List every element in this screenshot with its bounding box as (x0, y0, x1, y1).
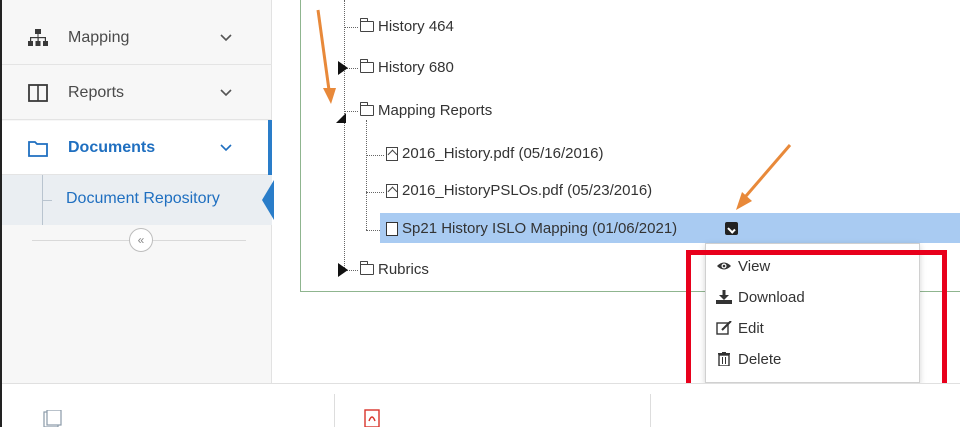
pdf-file-icon (386, 183, 398, 198)
collapse-sidebar-button[interactable]: « (129, 228, 153, 252)
sidebar-item-label: Reports (68, 83, 125, 101)
tree-connector (344, 111, 358, 112)
tree-node-label: 2016_HistoryPSLOs.pdf (05/23/2016) (402, 182, 653, 199)
active-indicator (268, 120, 272, 175)
sidebar-item-label: Mapping (68, 28, 130, 46)
collapse-toggle-icon[interactable] (336, 113, 346, 123)
folder-icon (360, 102, 374, 116)
tree-node-label: 2016_History.pdf (05/16/2016) (402, 145, 604, 162)
tree-node-folder[interactable]: Rubrics (360, 261, 429, 278)
sidebar: Mapping Reports Documents Document Repos… (2, 0, 274, 383)
sidebar-collapse-row: « (2, 226, 272, 256)
sidebar-item-mapping[interactable]: Mapping (2, 11, 272, 65)
tree-connector (344, 0, 345, 270)
tree-node-label: History 464 (378, 18, 454, 35)
folder-icon (360, 18, 374, 32)
sidebar-subitem-label: Document Repository (66, 190, 220, 207)
tree-connector (366, 230, 380, 231)
expand-toggle-icon[interactable] (338, 61, 348, 75)
tree-connector (366, 192, 384, 193)
highlight-annotation-box (686, 250, 947, 398)
chevron-down-icon (220, 143, 232, 151)
folder-icon (360, 261, 374, 275)
folder-icon (28, 141, 48, 157)
document-icon (386, 221, 398, 236)
tree-node-folder[interactable]: Mapping Reports (360, 102, 492, 119)
tree-guide-tick (42, 200, 52, 201)
tree-node-file-selected[interactable]: Sp21 History ISLO Mapping (01/06/2021) (386, 220, 677, 237)
sidebar-item-documents[interactable]: Documents (2, 121, 272, 175)
tree-node-file[interactable]: 2016_History.pdf (05/16/2016) (386, 145, 604, 162)
sidebar-item-reports[interactable]: Reports (2, 66, 272, 120)
active-pointer (262, 180, 274, 220)
expand-toggle-icon[interactable] (338, 263, 348, 277)
chevron-down-icon (220, 88, 232, 96)
columns-icon (28, 84, 48, 102)
tree-connector (366, 120, 367, 230)
tree-node-label: Mapping Reports (378, 102, 493, 119)
tree-node-folder[interactable]: History 464 (360, 18, 454, 35)
sitemap-icon (28, 29, 48, 46)
context-menu-trigger-icon[interactable] (725, 222, 738, 235)
sidebar-subitem-document-repository[interactable]: Document Repository (2, 175, 272, 225)
bottom-documents-strip (2, 384, 960, 427)
chevron-down-icon (220, 33, 232, 41)
tree-node-file[interactable]: 2016_HistoryPSLOs.pdf (05/23/2016) (386, 182, 652, 199)
folder-icon (360, 59, 374, 73)
divider (334, 394, 335, 427)
pdf-file-icon (386, 146, 398, 161)
pdf-file-icon (364, 409, 380, 427)
tree-connector (366, 155, 384, 156)
tree-node-label: Rubrics (378, 261, 429, 278)
tree-node-folder[interactable]: History 680 (360, 59, 454, 76)
sidebar-item-label: Documents (68, 138, 156, 156)
document-icon (43, 410, 62, 427)
tree-node-label: History 680 (378, 59, 454, 76)
divider (650, 394, 651, 427)
tree-node-label: Sp21 History ISLO Mapping (01/06/2021) (402, 220, 678, 237)
tree-connector (344, 27, 358, 28)
